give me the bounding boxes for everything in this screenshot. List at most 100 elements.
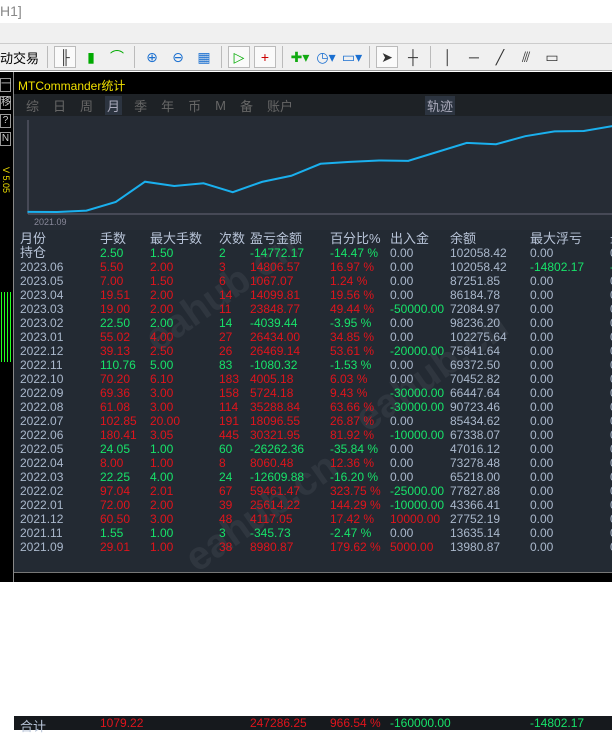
tab-7[interactable]: M [213, 98, 228, 113]
deposit-cell: 0.00 [390, 358, 414, 372]
lots-cell: 22.25 [100, 470, 131, 484]
candlestick-icon[interactable]: ▮ [80, 46, 102, 68]
balance-cell: 90723.46 [450, 400, 501, 414]
profit-cell: 4005.18 [250, 372, 294, 386]
zoom-out-icon[interactable]: ⊖ [167, 46, 189, 68]
table-row: 2021.09 29.01 1.00 38 8980.87 179.62 % 5000.00… [14, 540, 612, 554]
trajectory-point-2022.05 [231, 191, 234, 193]
table-row: 2022.09 69.36 3.00 158 5724.18 9.43 % -30000.0… [14, 386, 612, 400]
month-cell: 2022.09 [20, 386, 64, 400]
channel-icon[interactable]: ⫻ [515, 46, 537, 68]
column-header: 月份 [20, 231, 47, 246]
max-lots-cell: 5.00 [150, 358, 174, 372]
tab-2[interactable]: 周 [78, 96, 95, 115]
max-lots-cell: 2.00 [150, 260, 174, 274]
trajectory-point-2022.04 [202, 182, 205, 185]
percent-cell: 26.87 % [330, 414, 375, 428]
tile-windows-icon[interactable]: ▦ [193, 46, 215, 68]
column-header: 百分比% [330, 231, 381, 246]
lots-cell: 102.85 [100, 414, 137, 428]
table-row: 2023.06 5.50 2.00 3 14806.57 16.97 % 0.00 10205… [14, 260, 612, 274]
count-cell: 67 [219, 484, 233, 498]
tab-4[interactable]: 季 [132, 96, 149, 115]
tab-5[interactable]: 年 [159, 96, 176, 115]
tab-trajectory[interactable]: 轨迹 [424, 95, 455, 115]
trajectory-chart: 2021.09 [14, 116, 612, 230]
bar-chart-icon[interactable]: ╟ [54, 46, 77, 68]
max-lots-cell: 2.00 [150, 302, 174, 316]
tab-8[interactable]: 备 [238, 96, 255, 115]
chart-shift-icon[interactable]: ▷ [228, 46, 251, 68]
month-cell: 2022.06 [20, 428, 64, 442]
zoom-in-icon[interactable]: ⊕ [141, 46, 163, 68]
percent-cell: 63.66 % [330, 400, 375, 414]
lots-cell: 72.00 [100, 498, 131, 512]
balance-cell: 70452.82 [450, 372, 501, 386]
percent-cell: 34.85 % [330, 330, 375, 344]
profit-cell: -12609.88 [250, 470, 305, 484]
column-header: 最大手数 [150, 231, 203, 246]
auto-trading-button[interactable]: 动交易 [0, 48, 43, 67]
periods-icon[interactable]: ◷▾ [315, 46, 337, 68]
templates-icon[interactable]: ▭▾ [341, 46, 363, 68]
balance-cell: 73278.48 [450, 456, 501, 470]
month-cell: 2023.03 [20, 302, 64, 316]
cursor-icon[interactable]: ➤ [376, 46, 399, 68]
table-row: 2022.01 72.00 2.00 39 25614.22 144.29 % -10000… [14, 498, 612, 512]
max-float-loss-cell: 0.00 [530, 386, 554, 400]
indicators-icon[interactable]: ✚▾ [289, 46, 311, 68]
crosshair-icon[interactable]: ┼ [402, 46, 424, 68]
balance-cell: 87251.85 [450, 274, 501, 288]
trajectory-point-2022.06 [261, 181, 263, 183]
max-lots-cell: 3.00 [150, 386, 174, 400]
rectangle-icon[interactable]: ▭ [541, 46, 563, 68]
max-float-loss-cell: 0.00 [530, 288, 554, 302]
line-chart-icon[interactable]: ⌒ [106, 46, 128, 68]
left-tool-4[interactable]: N [0, 132, 11, 146]
lots-cell: 7.00 [100, 274, 124, 288]
trajectory-point-2021.12 [85, 209, 88, 212]
lots-cell: 29.01 [100, 540, 131, 554]
left-tool-2[interactable]: 移 [0, 96, 11, 110]
max-float-loss-cell: 0.00 [530, 498, 554, 512]
count-cell: 445 [219, 428, 240, 442]
tab-6[interactable]: 币 [186, 96, 203, 115]
tab-0[interactable]: 综 [24, 96, 41, 115]
max-lots-cell: 2.00 [150, 498, 174, 512]
horizontal-line-icon[interactable]: ─ [463, 46, 485, 68]
left-tool-strip: 一 移 ? N V 5.05 [0, 72, 13, 582]
count-cell: 27 [219, 330, 233, 344]
deposit-cell: 0.00 [390, 330, 414, 344]
percent-cell: 16.97 % [330, 260, 375, 274]
lots-cell: 19.51 [100, 288, 131, 302]
max-float-loss-cell: 0.00 [530, 442, 554, 456]
column-header: 盈亏金额 [250, 231, 303, 246]
tab-1[interactable]: 日 [51, 96, 68, 115]
trajectory-point-2022.09 [348, 161, 351, 163]
autoscroll-icon[interactable]: + [254, 46, 277, 68]
price-bars [1, 292, 12, 362]
table-row: 2023.04 19.51 2.00 14 14099.81 19.56 % 0.00 861… [14, 288, 612, 302]
deposit-cell: 0.00 [390, 288, 414, 302]
lots-cell: 55.02 [100, 330, 131, 344]
balance-cell: 77827.88 [450, 484, 501, 498]
percent-cell: 323.75 % [330, 484, 381, 498]
left-tool-1[interactable]: 一 [0, 78, 11, 92]
total-profit: 247286.25 [250, 716, 307, 730]
balance-cell: 67338.07 [450, 428, 501, 442]
percent-cell: 9.43 % [330, 386, 368, 400]
table-row: 2022.02 97.04 2.01 67 59461.47 323.75 % -25000… [14, 484, 612, 498]
trendline-icon[interactable]: ╱ [489, 46, 511, 68]
lots-cell: 69.36 [100, 386, 131, 400]
percent-cell: 19.56 % [330, 288, 375, 302]
profit-cell: 30321.95 [250, 428, 301, 442]
profit-cell: 4117.05 [250, 512, 293, 526]
tab-3[interactable]: 月 [105, 95, 123, 115]
left-tool-3[interactable]: ? [0, 114, 11, 128]
balance-cell: 102275.64 [450, 330, 507, 344]
profit-cell: 8980.87 [250, 540, 294, 554]
profit-cell: 26469.14 [250, 344, 301, 358]
profit-cell: 23848.77 [250, 302, 301, 316]
tab-9[interactable]: 账户 [265, 96, 295, 115]
vertical-line-icon[interactable]: │ [437, 46, 459, 68]
